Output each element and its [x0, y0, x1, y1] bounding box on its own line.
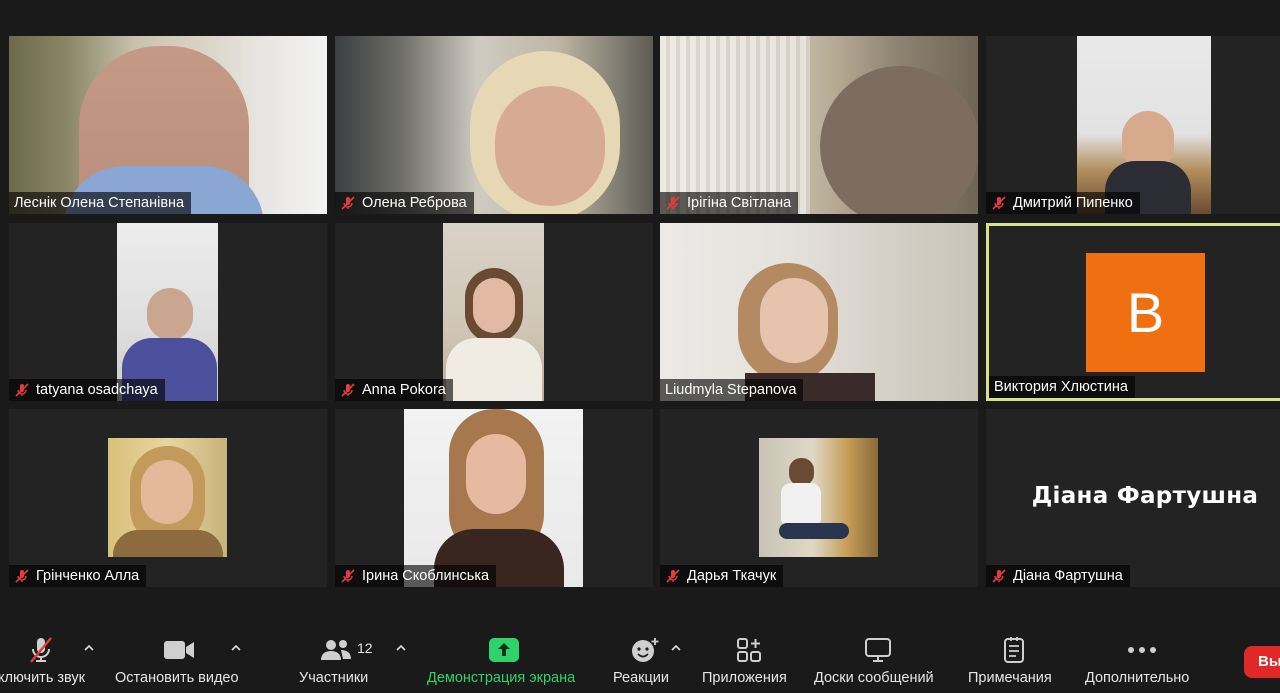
participant-tile-active-speaker[interactable]: B Виктория Хлюстина [986, 223, 1280, 401]
meeting-toolbar: ключить звук Остановить видео 12 Участни… [0, 620, 1280, 693]
participant-name: Дмитрий Пипенко [986, 192, 1140, 214]
participant-tile[interactable]: Олена Реброва [335, 36, 653, 214]
person-shoulders [113, 530, 223, 557]
person-body [781, 483, 821, 528]
end-meeting-button[interactable]: Вы [1244, 646, 1280, 678]
mic-off-icon [992, 196, 1006, 210]
participant-tile[interactable]: Ірина Скоблинська [335, 409, 653, 587]
reactions-icon [630, 636, 660, 664]
participant-name: Liudmyla Stepanova [660, 379, 804, 401]
video-icon [162, 636, 196, 664]
participants-label: Участники [299, 670, 369, 686]
participant-video [660, 223, 978, 401]
chevron-up-icon[interactable] [83, 642, 95, 654]
video-label: Остановить видео [115, 670, 239, 686]
participant-tile[interactable]: Леснік Олена Степанівна [9, 36, 327, 214]
participants-count: 12 [357, 640, 373, 656]
video-off-name: Діана Фартушна [1031, 483, 1259, 509]
person-shape [820, 66, 978, 214]
mic-off-icon [26, 636, 56, 664]
participant-video [759, 438, 878, 557]
participant-video [1077, 36, 1211, 214]
mic-off-icon [341, 196, 355, 210]
participant-tile[interactable]: tatyana osadchaya [9, 223, 327, 401]
participant-name: tatyana osadchaya [9, 379, 165, 401]
mic-off-icon [341, 569, 355, 583]
mute-label: ключить звук [0, 670, 86, 686]
apps-label: Приложения [702, 670, 787, 686]
reactions-button[interactable]: Реакции [612, 620, 682, 693]
participant-video [108, 438, 227, 557]
mic-off-icon [15, 383, 29, 397]
curtain [660, 36, 810, 214]
participant-tile[interactable]: Дарья Ткачук [660, 409, 978, 587]
participant-video [404, 409, 583, 587]
person-face [473, 278, 515, 333]
video-button[interactable]: Остановить видео [112, 620, 252, 693]
participant-name: Олена Реброва [335, 192, 474, 214]
person-face [760, 278, 828, 363]
apps-button[interactable]: Приложения [700, 620, 800, 693]
person-shoulders [446, 338, 542, 401]
whiteboards-button[interactable]: Доски сообщений [812, 620, 947, 693]
mic-off-icon [666, 569, 680, 583]
mute-button[interactable]: ключить звук [0, 620, 100, 693]
more-button[interactable]: Дополнительно [1083, 620, 1203, 693]
participant-name: Дарья Ткачук [660, 565, 784, 587]
notes-icon [1002, 636, 1026, 664]
person-face [466, 434, 526, 514]
more-label: Дополнительно [1085, 670, 1190, 686]
mic-off-icon [992, 569, 1006, 583]
participant-name: Виктория Хлюстина [989, 376, 1135, 398]
chevron-up-icon[interactable] [395, 642, 407, 654]
participant-name: Anna Pokora [335, 379, 453, 401]
participants-button[interactable]: 12 Участники [295, 620, 385, 693]
person-face [495, 86, 605, 206]
mic-off-icon [341, 383, 355, 397]
person-head [789, 458, 814, 486]
participant-video [443, 223, 544, 401]
participant-video [9, 36, 327, 214]
share-screen-label: Демонстрация экрана [427, 670, 576, 686]
notes-label: Примечания [968, 670, 1052, 686]
participant-name: Діана Фартушна [986, 565, 1130, 587]
participant-video [335, 36, 653, 214]
person-face [147, 288, 193, 340]
notes-button[interactable]: Примечания [966, 620, 1066, 693]
participant-name: Ірина Скоблинська [335, 565, 497, 587]
participant-tile[interactable]: Діана Фартушна Діана Фартушна [986, 409, 1280, 587]
person-legs [779, 523, 849, 539]
participants-icon [319, 636, 353, 664]
participant-name: Ірігіна Світлана [660, 192, 799, 214]
chevron-up-icon[interactable] [670, 642, 682, 654]
whiteboards-label: Доски сообщений [814, 670, 934, 686]
more-icon [1127, 636, 1157, 664]
participant-name: Грінченко Алла [9, 565, 147, 587]
chevron-up-icon[interactable] [230, 642, 242, 654]
share-screen-button[interactable]: Демонстрация экрана [425, 620, 585, 693]
participant-video [117, 223, 218, 401]
share-screen-icon [489, 636, 519, 664]
reactions-label: Реакции [613, 670, 670, 686]
apps-icon [736, 636, 762, 664]
participant-tile[interactable]: Дмитрий Пипенко [986, 36, 1280, 214]
avatar: B [1086, 253, 1205, 372]
person-face [141, 460, 193, 524]
participant-name: Леснік Олена Степанівна [9, 192, 192, 214]
whiteboards-icon [864, 636, 892, 664]
mic-off-icon [666, 196, 680, 210]
participant-tile[interactable]: Грінченко Алла [9, 409, 327, 587]
participant-tile[interactable]: Liudmyla Stepanova [660, 223, 978, 401]
participant-video [660, 36, 978, 214]
participant-tile[interactable]: Ірігіна Світлана [660, 36, 978, 214]
mic-off-icon [15, 569, 29, 583]
participant-tile[interactable]: Anna Pokora [335, 223, 653, 401]
